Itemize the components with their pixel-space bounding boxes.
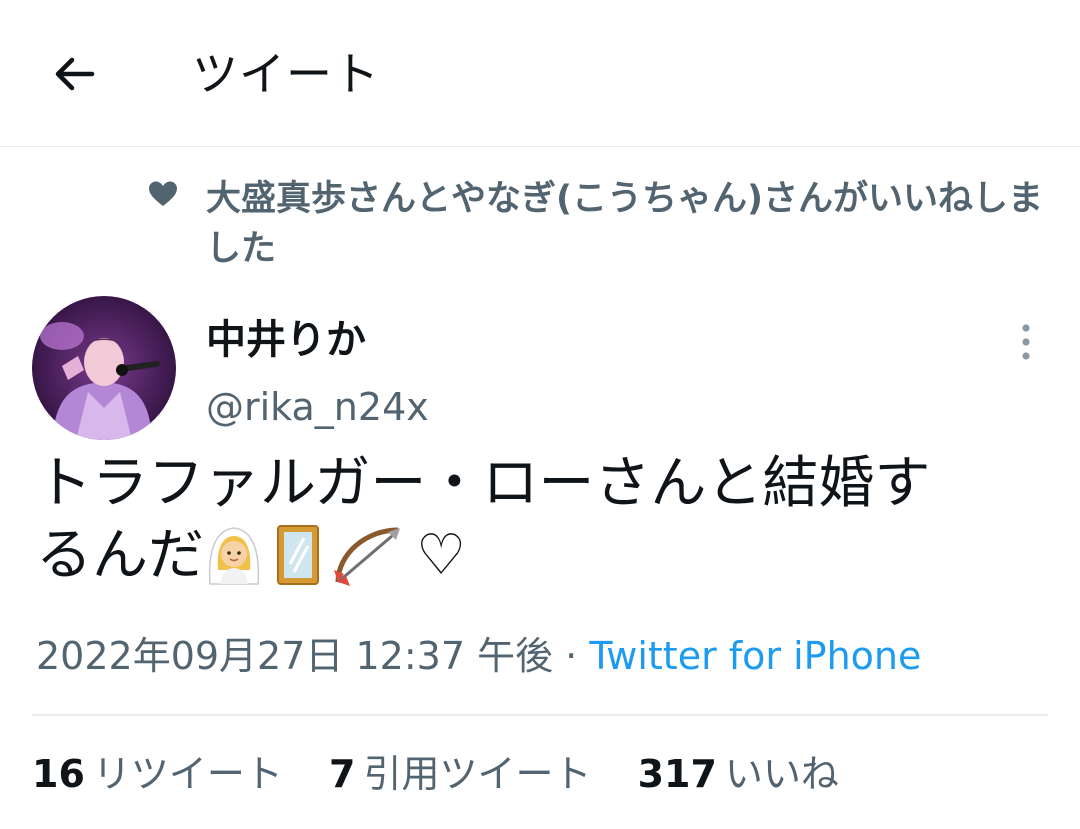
quotes-label: 引用ツイート (363, 752, 592, 796)
tweet-text: トラファルガー・ローさんと結婚す るんだ ♡ (36, 448, 1056, 604)
likes-label: いいね (724, 752, 839, 796)
likes-count: 317 (637, 752, 717, 796)
tweet-text-line-1: トラファルガー・ローさんと結婚す (36, 451, 931, 516)
tweet-stats: 16 リツイート 7 引用ツイート 317 いいね (32, 748, 873, 800)
heart-icon (149, 181, 177, 206)
meta-separator: · (553, 634, 590, 678)
likes-stat[interactable]: 317 いいね (638, 748, 839, 800)
back-button[interactable] (48, 48, 100, 100)
retweets-stat[interactable]: 16 リツイート (32, 748, 283, 800)
more-vertical-icon (1022, 324, 1030, 360)
bride-with-veil-emoji (204, 524, 264, 604)
avatar-photo (32, 296, 176, 440)
tweet-text-line-2-text: るんだ (36, 523, 204, 588)
tweet-timestamp[interactable]: 2022年09月27日 12:37 午後 (36, 634, 553, 678)
retweets-count: 16 (32, 752, 85, 796)
quotes-count: 7 (329, 752, 356, 796)
tweet-text-suffix: ♡ (416, 523, 467, 588)
divider (32, 714, 1048, 716)
tweet-source-link[interactable]: Twitter for iPhone (589, 634, 921, 678)
mirror-emoji (276, 524, 320, 604)
social-context-text: 大盛真歩さんとやなぎ(こうちゃん)さんがいいねしました (206, 179, 1043, 269)
quotes-stat[interactable]: 7 引用ツイート (329, 748, 591, 800)
author-handle[interactable]: @rika_n24x (206, 382, 429, 432)
more-options-button[interactable] (1010, 320, 1042, 364)
retweets-label: リツイート (92, 752, 283, 796)
tweet-text-line-2: るんだ ♡ (36, 520, 1056, 604)
author-name[interactable]: 中井りか (206, 314, 366, 366)
top-bar: ツイート (0, 0, 1080, 147)
arrow-left-icon (55, 57, 95, 91)
avatar[interactable] (32, 296, 176, 440)
tweet-meta: 2022年09月27日 12:37 午後 · Twitter for iPhon… (36, 630, 921, 682)
bow-and-arrow-emoji (332, 524, 404, 604)
page-title: ツイート (192, 47, 380, 101)
